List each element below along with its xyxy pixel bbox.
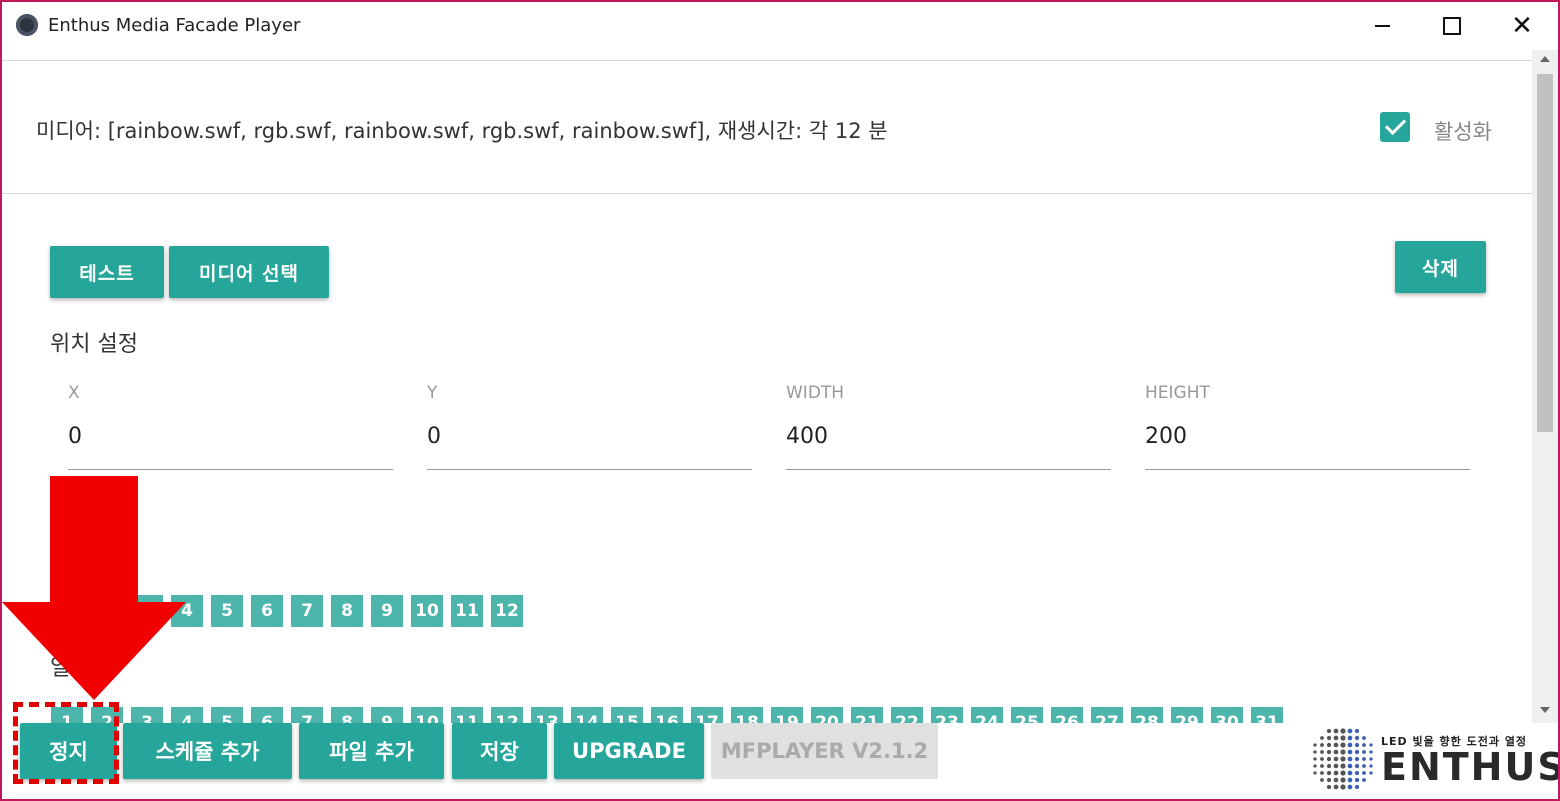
select-media-button[interactable]: 미디어 선택 bbox=[169, 246, 329, 298]
y-field-label: Y bbox=[427, 383, 438, 403]
day-chip[interactable]: 7 bbox=[290, 706, 324, 723]
schedule-panel: 미디어: [rainbow.swf, rgb.swf, rainbow.swf,… bbox=[2, 60, 1532, 723]
enthus-logo-icon bbox=[1313, 728, 1373, 790]
title-bar: Enthus Media Facade Player ✕ bbox=[2, 2, 1558, 50]
version-button: MFPLAYER V2.1.2 bbox=[711, 723, 938, 779]
width-field[interactable]: 400 bbox=[786, 424, 828, 449]
day-chip[interactable]: 31 bbox=[1250, 706, 1284, 723]
day-chip[interactable]: 30 bbox=[1210, 706, 1244, 723]
x-field-underline bbox=[68, 469, 393, 470]
day-chip[interactable]: 8 bbox=[330, 706, 364, 723]
day-chip[interactable]: 13 bbox=[530, 706, 564, 723]
save-button[interactable]: 저장 bbox=[452, 723, 547, 779]
day-chip[interactable]: 18 bbox=[730, 706, 764, 723]
add-schedule-button[interactable]: 스케쥴 추가 bbox=[123, 723, 292, 779]
active-label: 활성화 bbox=[1434, 120, 1492, 144]
day-chip[interactable]: 19 bbox=[770, 706, 804, 723]
height-field-label: HEIGHT bbox=[1145, 383, 1210, 403]
day-chip[interactable]: 22 bbox=[890, 706, 924, 723]
day-chip[interactable]: 14 bbox=[570, 706, 604, 723]
app-window: Enthus Media Facade Player ✕ 미디어: [rainb… bbox=[0, 0, 1560, 801]
bottom-toolbar: 정지 스케쥴 추가 파일 추가 저장 UPGRADE MFPLAYER V2.1… bbox=[2, 723, 1558, 799]
day-chip[interactable]: 24 bbox=[970, 706, 1004, 723]
schedule-header[interactable]: 미디어: [rainbow.swf, rgb.swf, rainbow.swf,… bbox=[2, 60, 1532, 194]
month-chip[interactable]: 9 bbox=[370, 594, 404, 628]
day-chip[interactable]: 5 bbox=[210, 706, 244, 723]
day-chip[interactable]: 3 bbox=[130, 706, 164, 723]
upgrade-button[interactable]: UPGRADE bbox=[554, 723, 704, 779]
y-field-underline bbox=[427, 469, 752, 470]
position-section-title: 위치 설정 bbox=[50, 332, 138, 357]
day-chip[interactable]: 23 bbox=[930, 706, 964, 723]
minimize-icon bbox=[1374, 25, 1390, 27]
maximize-icon bbox=[1443, 17, 1461, 35]
x-field[interactable]: 0 bbox=[68, 424, 82, 449]
close-button[interactable]: ✕ bbox=[1487, 2, 1557, 50]
width-field-label: WIDTH bbox=[786, 383, 845, 403]
active-checkbox[interactable] bbox=[1380, 112, 1410, 142]
day-selector: 1 2 3 4 5 6 7 8 9 10 11 12 13 14 15 16 17 18 19 20 21 22 23 24 2… bbox=[50, 706, 1284, 723]
media-info-text: 미디어: [rainbow.swf, rgb.swf, rainbow.swf,… bbox=[36, 119, 888, 143]
day-chip[interactable]: 29 bbox=[1170, 706, 1204, 723]
day-chip[interactable]: 16 bbox=[650, 706, 684, 723]
day-chip[interactable]: 26 bbox=[1050, 706, 1084, 723]
day-chip[interactable]: 6 bbox=[250, 706, 284, 723]
day-chip[interactable]: 27 bbox=[1090, 706, 1124, 723]
stop-highlight-annotation bbox=[13, 702, 119, 784]
scroll-thumb[interactable] bbox=[1537, 74, 1553, 432]
month-chip[interactable]: 7 bbox=[290, 594, 324, 628]
day-chip[interactable]: 21 bbox=[850, 706, 884, 723]
width-field-underline bbox=[786, 469, 1111, 470]
day-chip[interactable]: 10 bbox=[410, 706, 444, 723]
day-chip[interactable]: 11 bbox=[450, 706, 484, 723]
add-file-button[interactable]: 파일 추가 bbox=[299, 723, 444, 779]
day-chip[interactable]: 12 bbox=[490, 706, 524, 723]
day-chip[interactable]: 28 bbox=[1130, 706, 1164, 723]
enthus-logo: LED 빛을 향한 도전과 열정 ENTHUS bbox=[1307, 723, 1558, 793]
y-field[interactable]: 0 bbox=[427, 424, 441, 449]
logo-name: ENTHUS bbox=[1381, 745, 1560, 789]
height-field[interactable]: 200 bbox=[1145, 424, 1187, 449]
height-field-underline bbox=[1145, 469, 1470, 470]
scroll-up-arrow-icon[interactable] bbox=[1540, 56, 1550, 62]
day-chip[interactable]: 4 bbox=[170, 706, 204, 723]
window-title: Enthus Media Facade Player bbox=[48, 15, 301, 36]
month-chip[interactable]: 8 bbox=[330, 594, 364, 628]
red-down-arrow-annotation bbox=[2, 476, 186, 700]
month-chip[interactable]: 12 bbox=[490, 594, 524, 628]
day-chip[interactable]: 17 bbox=[690, 706, 724, 723]
maximize-button[interactable] bbox=[1417, 2, 1487, 50]
test-button[interactable]: 테스트 bbox=[50, 246, 164, 298]
minimize-button[interactable] bbox=[1347, 2, 1417, 50]
delete-button[interactable]: 삭제 bbox=[1395, 241, 1486, 293]
day-chip[interactable]: 9 bbox=[370, 706, 404, 723]
month-chip[interactable]: 6 bbox=[250, 594, 284, 628]
day-chip[interactable]: 20 bbox=[810, 706, 844, 723]
scroll-down-arrow-icon[interactable] bbox=[1540, 707, 1550, 713]
x-field-label: X bbox=[68, 383, 80, 403]
app-logo-icon bbox=[16, 14, 38, 36]
vertical-scrollbar[interactable] bbox=[1532, 50, 1558, 723]
close-icon: ✕ bbox=[1511, 11, 1533, 41]
month-chip[interactable]: 10 bbox=[410, 594, 444, 628]
day-chip[interactable]: 25 bbox=[1010, 706, 1044, 723]
day-chip[interactable]: 15 bbox=[610, 706, 644, 723]
month-chip[interactable]: 11 bbox=[450, 594, 484, 628]
month-chip[interactable]: 5 bbox=[210, 594, 244, 628]
